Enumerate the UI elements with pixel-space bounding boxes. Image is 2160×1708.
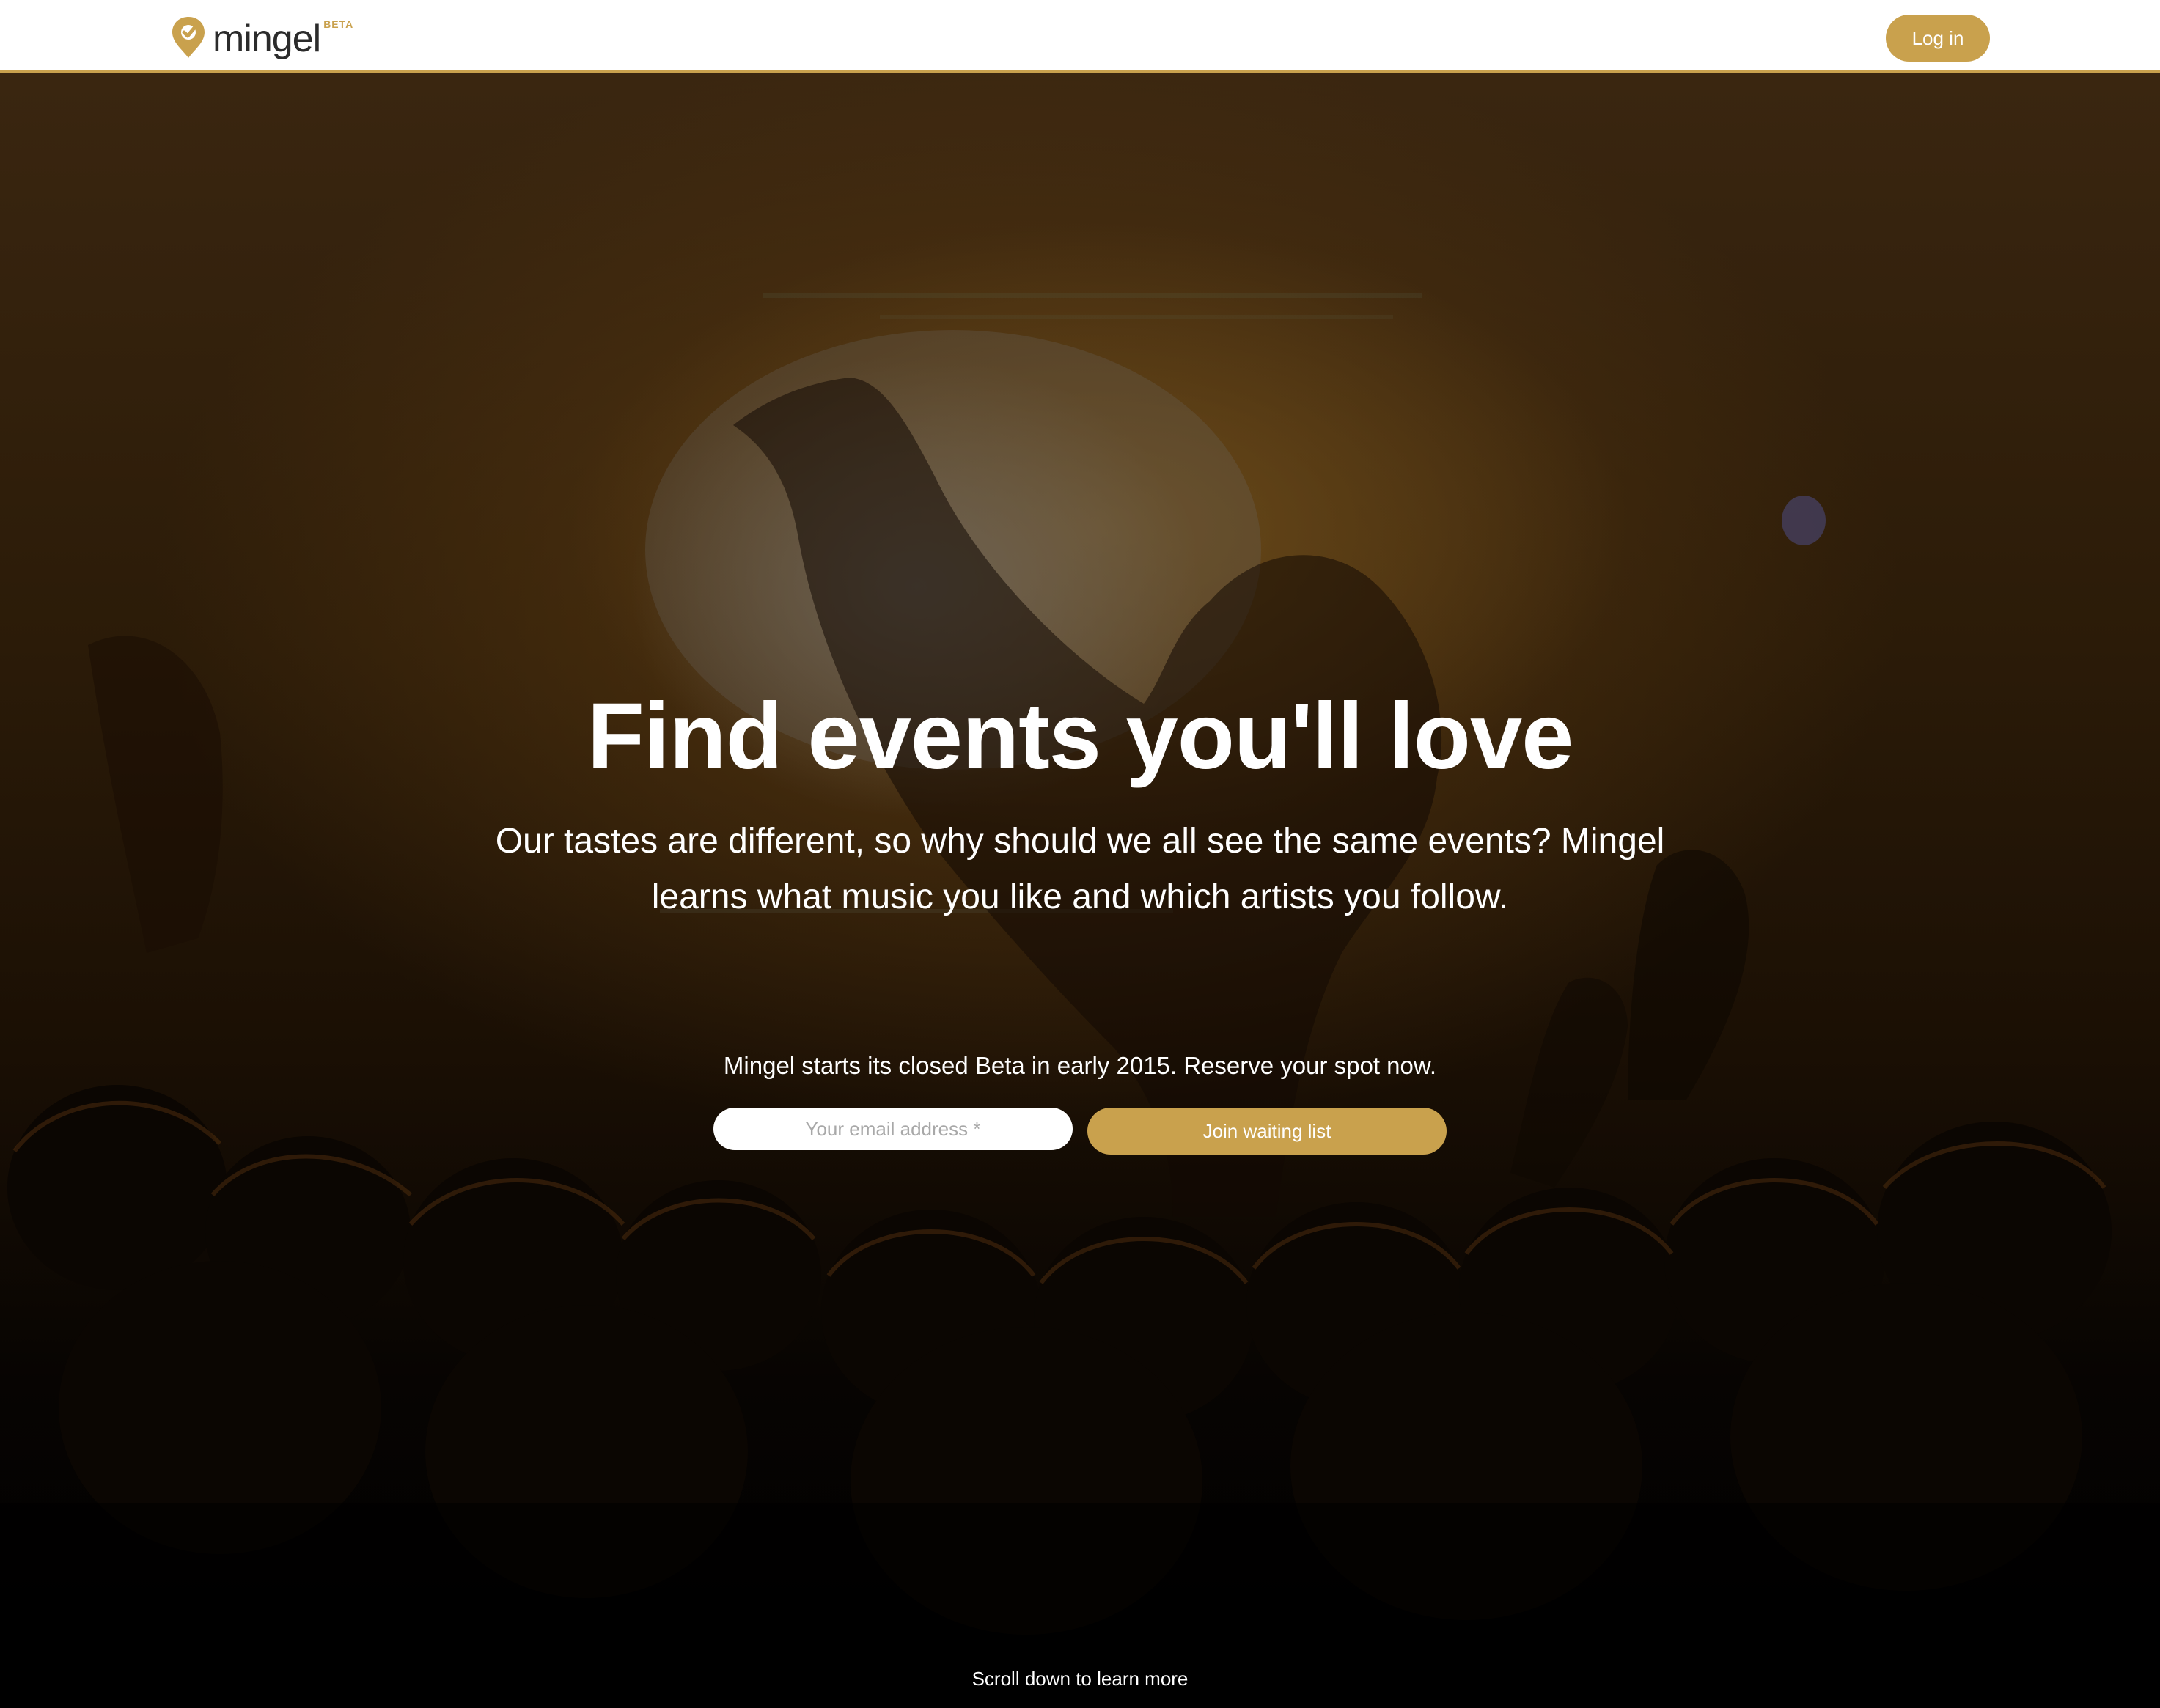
hero-headline: Find events you'll love bbox=[587, 684, 1574, 789]
top-nav: mingel BETA Log in bbox=[0, 0, 2160, 73]
mingel-logo[interactable]: mingel BETA bbox=[170, 15, 353, 60]
beta-badge: BETA bbox=[323, 18, 354, 30]
scroll-down-hint[interactable]: Scroll down to learn more bbox=[0, 1664, 2160, 1693]
logo-wordmark: mingel bbox=[213, 18, 321, 60]
hero-section: Find events you'll love Our tastes are d… bbox=[0, 73, 2160, 1708]
beta-announcement: Mingel starts its closed Beta in early 2… bbox=[723, 1052, 1437, 1079]
hero-subline: Our tastes are different, so why should … bbox=[495, 822, 1665, 916]
join-waiting-list-button[interactable]: Join waiting list bbox=[1087, 1108, 1447, 1155]
login-button[interactable]: Log in bbox=[1886, 15, 1990, 62]
location-pin-check-icon bbox=[172, 17, 205, 58]
email-input[interactable] bbox=[713, 1108, 1073, 1150]
